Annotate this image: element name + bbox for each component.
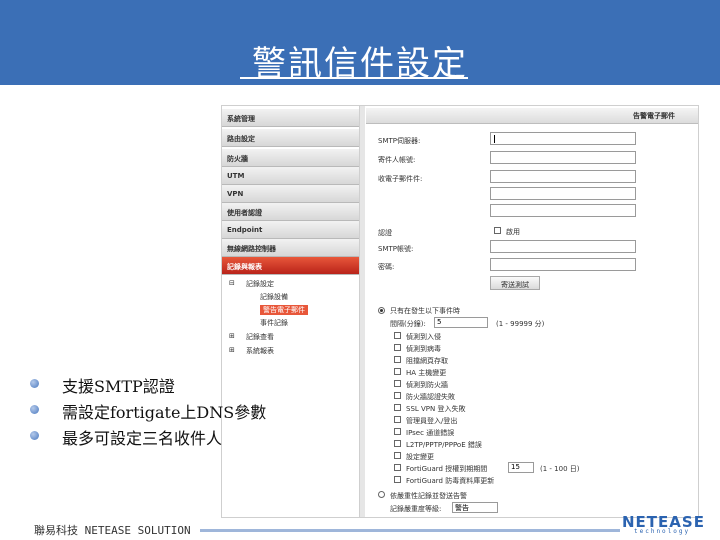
tree-event-log[interactable]: 事件記錄 [222,317,359,330]
menu-user[interactable]: 使用者認證 [222,203,359,221]
event-checkbox[interactable] [394,476,401,483]
tree-toggle[interactable]: ⊞ [229,346,235,354]
tree-alert-email[interactable]: 警告電子郵件 [222,304,359,317]
menu-vpn[interactable]: VPN [222,185,359,203]
tree-log-access[interactable]: ⊞ 記錄查看 [222,331,359,344]
auth-enable-checkbox[interactable] [494,227,501,234]
smtp-user-row: SMTP帳號: [366,240,698,256]
bullet-item: 支援SMTP認證 [30,373,330,396]
panel-title: 告警電子郵件 [633,112,675,120]
event-checkbox[interactable] [394,452,401,459]
event-checkbox[interactable] [394,392,401,399]
footer-rule [200,529,620,532]
email-to-input-1[interactable] [490,170,636,183]
tree-log-config[interactable]: ⊟ 記錄設定 [222,278,359,291]
bullet-dot-icon [30,379,39,388]
password-row: 密碼: [366,258,698,274]
tree-toggle[interactable]: ⊞ [229,332,235,340]
event-checkbox[interactable] [394,344,401,351]
interval-input[interactable]: 5 [434,317,488,328]
menu-system[interactable]: 系統管理 [222,109,359,127]
test-send-button[interactable]: 寄送測試 [490,276,540,290]
event-checkbox[interactable] [394,368,401,375]
smtp-server-row: SMTP伺服器: [366,132,698,148]
text-cursor [494,135,495,143]
email-from-row: 寄件人帳號: [366,151,698,167]
email-to-row-2 [366,187,698,203]
email-from-input[interactable] [490,151,636,164]
event-checkbox[interactable] [394,356,401,363]
menu-router[interactable]: 路由設定 [222,129,359,147]
password-input[interactable] [490,258,636,271]
email-to-row: 收電子郵件件: [366,170,698,186]
smtp-server-input[interactable] [490,132,636,145]
email-to-row-3 [366,204,698,220]
tree-report[interactable]: ⊞ 系統報表 [222,345,359,358]
fortigate-screenshot: 系統管理 路由設定 防火牆 UTM VPN 使用者認證 Endpoint 無線網… [221,105,699,518]
menu-endpoint[interactable]: Endpoint [222,221,359,239]
license-days-input[interactable]: 15 [508,462,534,473]
email-to-input-2[interactable] [490,187,636,200]
smtp-user-input[interactable] [490,240,636,253]
menu-wireless[interactable]: 無線網路控制器 [222,239,359,257]
bullet-dot-icon [30,405,39,414]
event-checkbox[interactable] [394,428,401,435]
event-checkbox[interactable] [394,464,401,471]
footer-company: 聯易科技 NETEASE SOLUTION [34,524,191,537]
auth-row: 認證 啟用 [378,227,520,237]
event-checkbox[interactable] [394,440,401,447]
event-checkbox[interactable] [394,380,401,387]
title-underline [240,77,468,79]
send-on-event-radio[interactable] [378,307,385,314]
event-checkbox[interactable] [394,332,401,339]
menu-log-report[interactable]: 記錄與報表 [222,257,359,275]
bullet-item: 需設定fortigate上DNS參數 [30,399,330,422]
tree-toggle[interactable]: ⊟ [229,279,235,287]
event-checkbox[interactable] [394,404,401,411]
nav-panel: 系統管理 路由設定 防火牆 UTM VPN 使用者認證 Endpoint 無線網… [222,106,359,517]
email-to-input-3[interactable] [490,204,636,217]
event-checkbox[interactable] [394,416,401,423]
severity-select[interactable]: 警告 [452,502,498,513]
menu-utm[interactable]: UTM [222,167,359,185]
tree-log-device[interactable]: 記錄設備 [222,291,359,304]
panel-header: 告警電子郵件 [366,108,698,124]
nav-scrollbar[interactable] [359,106,365,517]
bullet-dot-icon [30,431,39,440]
send-by-severity-radio[interactable] [378,491,385,498]
netease-logo: NETEASE technology [622,513,705,535]
bullet-item: 最多可設定三名收件人 [30,425,330,448]
menu-firewall[interactable]: 防火牆 [222,149,359,167]
alert-email-panel: 告警電子郵件 SMTP伺服器: 寄件人帳號: 收電子郵件件: 認證 啟用 SMT… [366,106,698,517]
